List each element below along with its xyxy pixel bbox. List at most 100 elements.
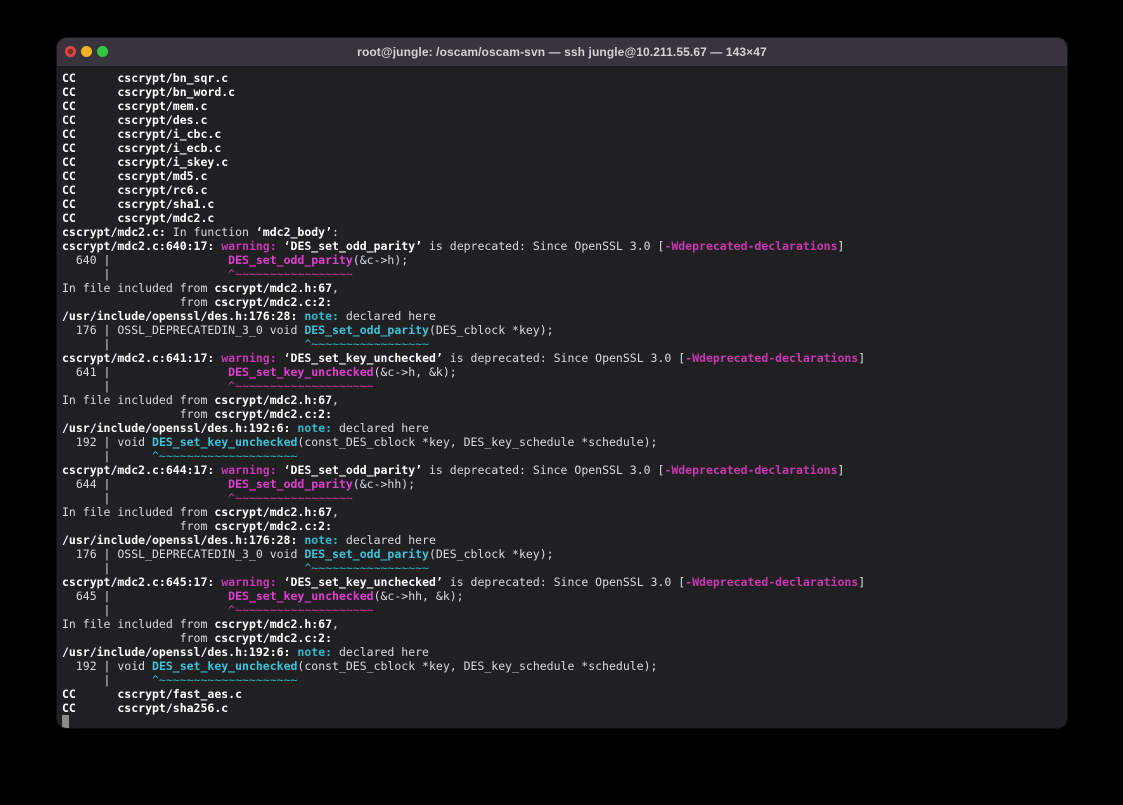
terminal-text-segment: from	[62, 631, 214, 645]
terminal-text-segment: from	[62, 407, 214, 421]
terminal-text-segment: ,	[332, 505, 339, 519]
terminal-line: In file included from cscrypt/mdc2.h:67,	[62, 617, 1062, 631]
terminal-line: 192 | void DES_set_key_unchecked(const_D…	[62, 659, 1062, 673]
terminal-text-segment: warning:	[221, 575, 276, 589]
zoom-button[interactable]	[97, 46, 108, 57]
terminal-line: from cscrypt/mdc2.c:2:	[62, 519, 1062, 533]
terminal-text-segment: note:	[304, 309, 339, 323]
terminal-line: 641 | DES_set_key_unchecked(&c->h, &k);	[62, 365, 1062, 379]
terminal-line: cscrypt/mdc2.c: In function ‘mdc2_body’:	[62, 225, 1062, 239]
terminal-text-segment: In file included from	[62, 393, 214, 407]
terminal-text-segment: cscrypt/mdc2.h:67	[214, 393, 332, 407]
terminal-text-segment: is deprecated: Since OpenSSL 3.0 [	[443, 575, 685, 589]
terminal-text-segment: cscrypt/mdc2.c:641:17:	[62, 351, 214, 365]
terminal-text-segment: ]	[858, 351, 865, 365]
terminal-text-segment: cscrypt/mdc2.c:2:	[214, 631, 332, 645]
terminal-text-segment: ]	[858, 575, 865, 589]
minimize-button[interactable]	[81, 46, 92, 57]
terminal-line: | ^~~~~~~~~~~~~~~~~~~~~	[62, 603, 1062, 617]
terminal-text-segment: note:	[297, 645, 332, 659]
traffic-light-group	[65, 46, 108, 57]
terminal-text-segment: from	[62, 295, 214, 309]
terminal-text-segment: CC cscrypt/mem.c	[62, 99, 207, 113]
terminal-text-segment: 192 | void	[62, 659, 152, 673]
terminal-text-segment: ‘DES_set_odd_parity’	[284, 239, 422, 253]
terminal-text-segment: cscrypt/mdc2.c:	[62, 225, 166, 239]
terminal-line: CC cscrypt/des.c	[62, 113, 1062, 127]
terminal-line: | ^~~~~~~~~~~~~~~~~~~~~	[62, 379, 1062, 393]
terminal-text-segment: (&c->hh, &k);	[374, 589, 464, 603]
terminal-text-segment: cscrypt/mdc2.c:2:	[214, 295, 332, 309]
terminal-text-segment: |	[62, 267, 228, 281]
window-title: root@jungle: /oscam/oscam-svn — ssh jung…	[357, 45, 767, 59]
terminal-text-segment: -Wdeprecated-declarations	[685, 351, 858, 365]
close-button[interactable]	[65, 46, 76, 57]
terminal-text-segment: -Wdeprecated-declarations	[685, 575, 858, 589]
terminal-text-segment	[277, 351, 284, 365]
terminal-text-segment: warning:	[221, 351, 276, 365]
terminal-text-segment: DES_set_odd_parity	[304, 547, 429, 561]
terminal-text-segment: 176 | OSSL_DEPRECATEDIN_3_0 void	[62, 323, 304, 337]
terminal-text-segment: declared here	[332, 421, 429, 435]
terminal-text-segment: ^~~~~~~~~~~~~~~~~~	[304, 337, 429, 351]
terminal-line: from cscrypt/mdc2.c:2:	[62, 295, 1062, 309]
terminal-text-segment: cscrypt/mdc2.c:640:17:	[62, 239, 214, 253]
terminal-text-segment: cscrypt/mdc2.h:67	[214, 281, 332, 295]
terminal-text-segment: CC cscrypt/i_skey.c	[62, 155, 228, 169]
terminal-text-segment: (const_DES_cblock *key, DES_key_schedule…	[297, 435, 657, 449]
terminal-line: | ^~~~~~~~~~~~~~~~~~~~~	[62, 673, 1062, 687]
terminal-line: CC cscrypt/bn_sqr.c	[62, 71, 1062, 85]
terminal-text-segment: DES_set_odd_parity	[228, 253, 353, 267]
terminal-text-segment: DES_set_odd_parity	[304, 323, 429, 337]
terminal-line: CC cscrypt/mdc2.c	[62, 211, 1062, 225]
terminal-text-segment: ‘DES_set_key_unchecked’	[284, 575, 443, 589]
terminal-text-segment: DES_set_odd_parity	[228, 477, 353, 491]
terminal-text-segment: ^~~~~~~~~~~~~~~~~~~~~	[152, 673, 297, 687]
terminal-text-segment: ^~~~~~~~~~~~~~~~~~	[228, 267, 353, 281]
terminal-text-segment: (&c->hh);	[353, 477, 415, 491]
terminal-text-segment: -Wdeprecated-declarations	[664, 239, 837, 253]
terminal-text-segment: |	[62, 491, 228, 505]
terminal-text-segment: CC cscrypt/bn_word.c	[62, 85, 235, 99]
terminal-line: cscrypt/mdc2.c:640:17: warning: ‘DES_set…	[62, 239, 1062, 253]
terminal-text-segment: 641 |	[62, 365, 228, 379]
terminal-text-segment: DES_set_key_unchecked	[152, 659, 297, 673]
terminal-window: root@jungle: /oscam/oscam-svn — ssh jung…	[57, 38, 1067, 728]
terminal-text-segment: CC cscrypt/sha256.c	[62, 701, 228, 715]
terminal-text-segment: 644 |	[62, 477, 228, 491]
terminal-text-segment: In function	[166, 225, 256, 239]
terminal-line: CC cscrypt/md5.c	[62, 169, 1062, 183]
terminal-line: CC cscrypt/i_skey.c	[62, 155, 1062, 169]
terminal-text-segment: |	[62, 337, 304, 351]
terminal-text-segment: ^~~~~~~~~~~~~~~~~~	[304, 561, 429, 575]
terminal-line: | ^~~~~~~~~~~~~~~~~~~~~	[62, 449, 1062, 463]
terminal-text-segment: 640 |	[62, 253, 228, 267]
terminal-screen[interactable]: CC cscrypt/bn_sqr.cCC cscrypt/bn_word.cC…	[57, 67, 1067, 728]
window-titlebar[interactable]: root@jungle: /oscam/oscam-svn — ssh jung…	[57, 38, 1067, 67]
terminal-text-segment: from	[62, 519, 214, 533]
terminal-text-segment: (const_DES_cblock *key, DES_key_schedule…	[297, 659, 657, 673]
terminal-text-segment: ,	[332, 281, 339, 295]
terminal-text-segment: /usr/include/openssl/des.h:176:28:	[62, 533, 297, 547]
terminal-text-segment: CC cscrypt/bn_sqr.c	[62, 71, 228, 85]
terminal-text-segment: /usr/include/openssl/des.h:192:6:	[62, 421, 290, 435]
terminal-line: CC cscrypt/i_cbc.c	[62, 127, 1062, 141]
terminal-text-segment: ‘DES_set_odd_parity’	[284, 463, 422, 477]
terminal-text-segment: |	[62, 561, 304, 575]
terminal-line: from cscrypt/mdc2.c:2:	[62, 631, 1062, 645]
terminal-text-segment: cscrypt/mdc2.h:67	[214, 617, 332, 631]
terminal-text-segment: 645 |	[62, 589, 228, 603]
terminal-line: 645 | DES_set_key_unchecked(&c->hh, &k);	[62, 589, 1062, 603]
terminal-line: In file included from cscrypt/mdc2.h:67,	[62, 505, 1062, 519]
terminal-line: cscrypt/mdc2.c:644:17: warning: ‘DES_set…	[62, 463, 1062, 477]
terminal-text-segment: ^~~~~~~~~~~~~~~~~~~~~	[228, 379, 373, 393]
terminal-line: CC cscrypt/rc6.c	[62, 183, 1062, 197]
terminal-text-segment: CC cscrypt/i_cbc.c	[62, 127, 221, 141]
terminal-text-segment: note:	[297, 421, 332, 435]
terminal-text-segment: ‘DES_set_key_unchecked’	[284, 351, 443, 365]
terminal-text-segment: DES_set_key_unchecked	[228, 365, 373, 379]
terminal-text-segment: declared here	[339, 309, 436, 323]
terminal-text-segment: is deprecated: Since OpenSSL 3.0 [	[422, 463, 664, 477]
terminal-text-segment: In file included from	[62, 505, 214, 519]
terminal-text-segment: CC cscrypt/des.c	[62, 113, 207, 127]
